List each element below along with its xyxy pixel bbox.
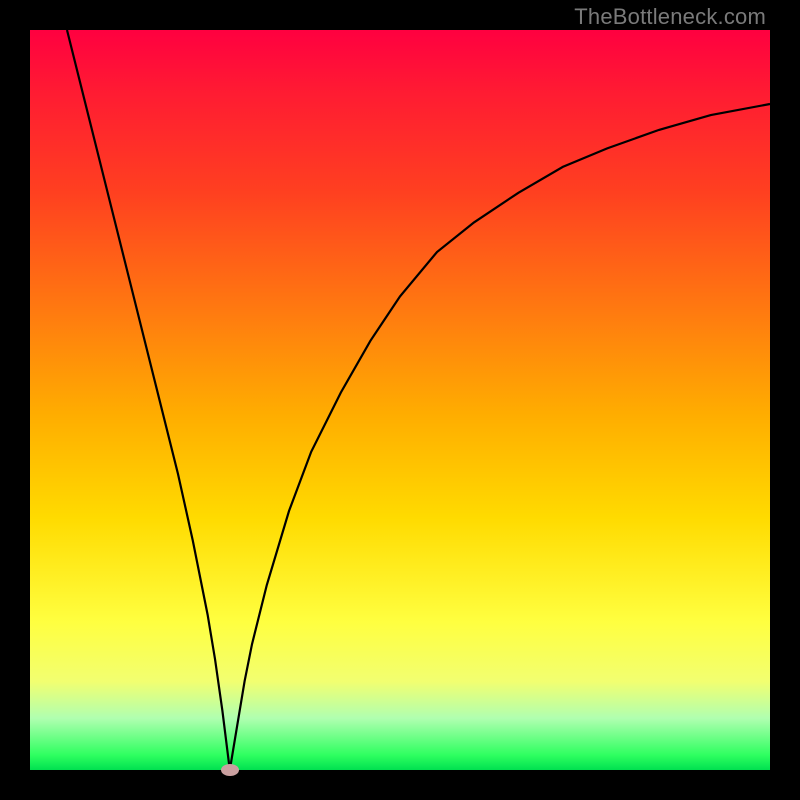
plot-area [30,30,770,770]
minimum-marker [221,764,239,776]
bottleneck-curve [67,30,770,770]
watermark: TheBottleneck.com [574,4,766,30]
curve-svg [30,30,770,770]
chart-container: TheBottleneck.com [0,0,800,800]
